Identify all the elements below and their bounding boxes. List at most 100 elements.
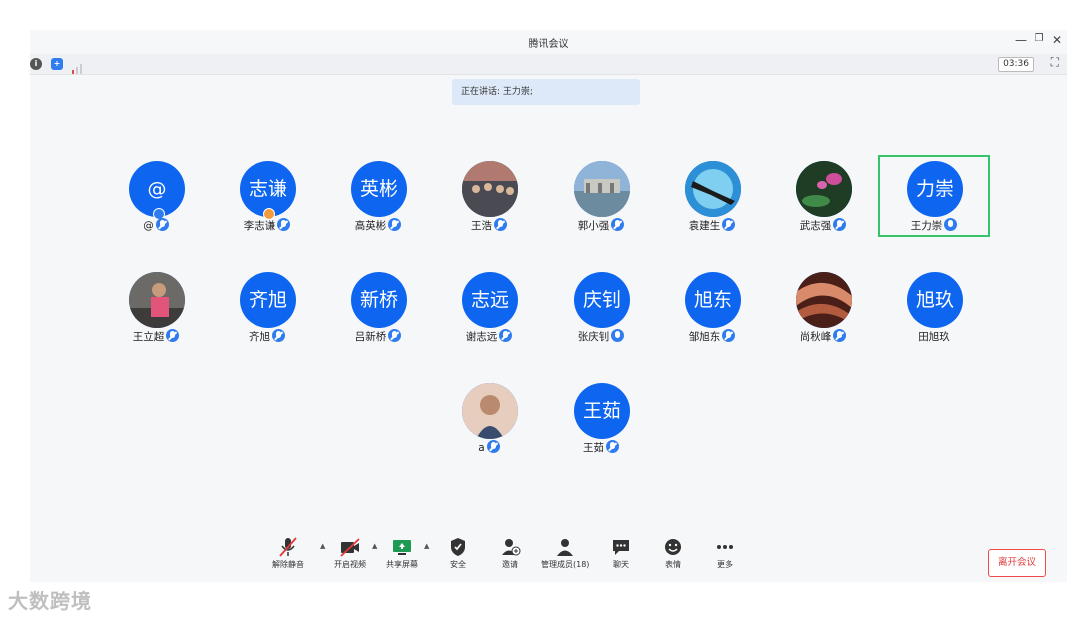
meeting-window: 腾讯会议 — ❐ ✕ i + 03:36 ⛶ 正在讲话: 王力崇; @ @ 志谦… [30,30,1067,582]
signal-icon[interactable] [71,59,83,74]
chat-button[interactable]: 聊天 [596,534,646,570]
participant-name: 王茹 [583,442,604,454]
participant-tile[interactable]: 力崇 王力崇 [889,161,979,243]
unmute-label: 解除静音 [272,560,304,569]
share-screen-icon [390,536,414,558]
window-title: 腾讯会议 [528,39,569,50]
participant-name: @ [143,220,154,232]
info-icon[interactable]: i [30,58,42,70]
participant-tile[interactable]: 志远 谢志远 [444,272,534,354]
participant-name: 武志强 [799,220,832,232]
manage-members-button[interactable]: 管理成员(18) [541,534,589,570]
participant-tile[interactable]: 齐旭 齐旭 [222,272,312,354]
participant-tile[interactable]: 王浩 [444,161,534,243]
members-icon [553,536,577,558]
participant-tile[interactable]: 郭小强 [556,161,646,243]
participant-tile[interactable]: 英彬 高英彬 [333,161,423,243]
avatar: 旭东 [685,272,741,328]
invite-button[interactable]: 邀请 [485,534,535,570]
mic-muted-icon [486,440,500,453]
fullscreen-icon[interactable]: ⛶ [1051,55,1059,70]
meeting-toolbar: 解除静音 ▲ 开启视频 ▲ 共享屏幕 ▲ 安全 邀请 管理成员(18) 聊天 表… [30,534,1067,582]
manage-members-label: 管理成员(18) [541,560,590,569]
participant-name: 尚秋峰 [799,331,832,343]
mic-active-icon [944,218,958,231]
security-label: 安全 [450,560,466,569]
mic-muted-icon [722,218,736,231]
speaking-banner: 正在讲话: 王力崇; [452,79,640,105]
participant-name: 王浩 [471,220,492,232]
participant-tile[interactable]: 武志强 [778,161,868,243]
avatar-photo [685,161,741,217]
avatar-photo [129,272,185,328]
avatar: 齐旭 [240,272,296,328]
participant-name: 王力崇 [910,220,943,232]
mic-muted-icon [606,440,619,453]
participant-tile[interactable]: 旭玖 田旭玖 [889,272,979,354]
avatar: 王茹 [574,383,630,439]
avatar: 力崇 [907,161,963,217]
minimize-icon[interactable]: — [1013,33,1029,47]
mic-muted-icon [494,218,507,231]
participant-name: 高英彬 [354,220,387,232]
participant-tile[interactable]: 新桥 吕新桥 [333,272,423,354]
avatar: 英彬 [351,161,407,217]
start-video-button[interactable]: 开启视频 [325,534,375,570]
close-icon[interactable]: ✕ [1049,33,1065,47]
reactions-button[interactable]: 表情 [648,534,698,570]
status-bar: i + 03:36 ⛶ [30,54,1067,75]
shield-icon[interactable]: + [51,58,63,70]
participant-tile[interactable]: 志谦 李志谦 [222,161,312,243]
chat-icon [609,536,633,558]
avatar-photo [462,383,518,439]
participant-name: 王立超 [132,331,165,343]
share-screen-button[interactable]: 共享屏幕 [377,534,427,570]
participant-tile[interactable]: 旭东 邹旭东 [667,272,757,354]
mic-muted-icon [155,218,169,231]
mic-muted-icon [388,329,402,342]
mic-active-icon [611,329,625,342]
title-bar: 腾讯会议 — ❐ ✕ [30,30,1067,54]
participant-name: 齐旭 [249,331,270,343]
mic-muted-icon [499,329,513,342]
participant-name: 郭小强 [577,220,610,232]
participant-tile[interactable]: 王茹 王茹 [556,383,646,465]
restore-icon[interactable]: ❐ [1031,33,1047,44]
smile-icon [661,536,685,558]
participant-name: 吕新桥 [354,331,387,343]
mic-off-icon [276,536,300,558]
participant-name: 李志谦 [243,220,276,232]
unmute-button[interactable]: 解除静音 [263,534,313,570]
meeting-timer: 03:36 [998,57,1034,72]
participant-name: 袁建生 [688,220,721,232]
avatar: 志远 [462,272,518,328]
participant-tile[interactable]: 袁建生 [667,161,757,243]
reactions-label: 表情 [665,560,681,569]
security-button[interactable]: 安全 [433,534,483,570]
mic-muted-icon [611,218,625,231]
participant-tile[interactable]: 王立超 [111,272,201,354]
mic-muted-icon [388,218,402,231]
participant-tile[interactable]: @ @ [111,161,201,243]
participant-tile[interactable]: 尚秋峰 [778,272,868,354]
invite-label: 邀请 [502,560,518,569]
leave-meeting-button[interactable]: 离开会议 [988,549,1046,577]
avatar: 庆钊 [574,272,630,328]
share-options-caret-icon[interactable]: ▲ [424,542,429,550]
participant-name: a [478,442,485,454]
participant-name: 谢志远 [465,331,498,343]
avatar: 旭玖 [907,272,963,328]
participant-tile[interactable]: 庆钊 张庆钊 [556,272,646,354]
participant-name: 田旭玖 [918,331,950,343]
more-dots-icon [713,536,737,558]
mic-muted-icon [166,329,180,342]
participant-name: 邹旭东 [688,331,721,343]
chat-label: 聊天 [613,560,629,569]
watermark-logo: 大数跨境 [8,589,92,613]
mic-muted-icon [272,329,285,342]
mic-muted-icon [722,329,736,342]
participant-name: 张庆钊 [577,331,610,343]
participant-tile[interactable]: a [444,383,534,465]
avatar-photo [796,272,852,328]
more-button[interactable]: 更多 [700,534,750,570]
